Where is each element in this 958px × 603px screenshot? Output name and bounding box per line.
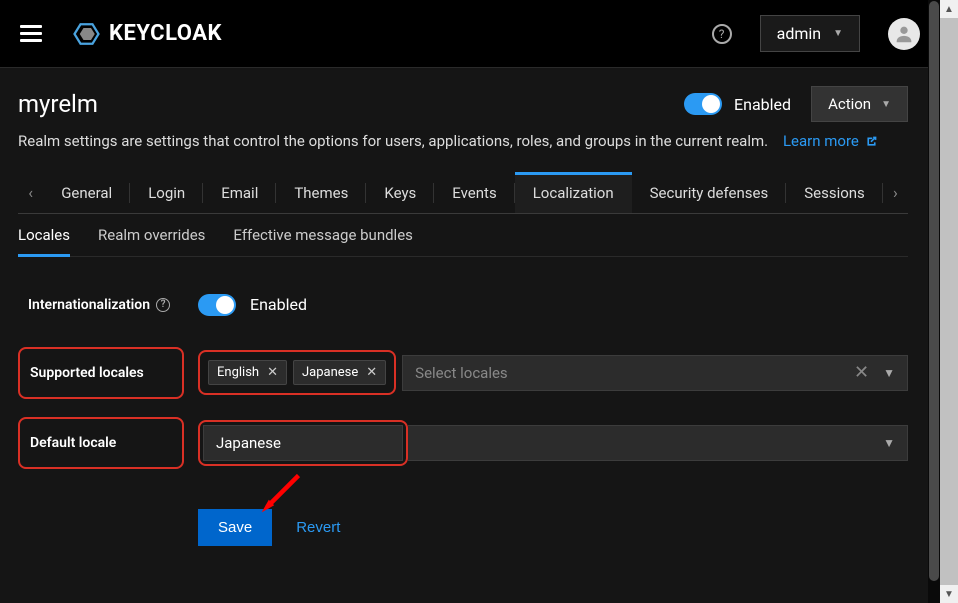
scrollbar-thumb[interactable] (929, 1, 939, 581)
internationalization-toggle[interactable] (198, 294, 236, 316)
save-button[interactable]: Save (198, 509, 272, 546)
avatar[interactable] (888, 18, 920, 50)
external-link-icon (865, 135, 878, 148)
remove-chip-icon[interactable]: ✕ (267, 365, 278, 380)
page-title: myrelm (18, 90, 98, 118)
supported-locales-select[interactable]: Select locales ✕ ▼ (402, 355, 908, 391)
tabs-scroll-left[interactable]: ‹ (18, 173, 43, 213)
tabs-scroll-right[interactable]: › (883, 173, 908, 213)
scroll-down-arrow[interactable]: ▼ (940, 585, 958, 603)
learn-more-link[interactable]: Learn more (783, 130, 878, 153)
internationalization-row: Internationalization ? Enabled (18, 281, 908, 329)
main-tabs: ‹ General Login Email Themes Keys Events… (18, 173, 908, 214)
help-icon[interactable]: ? (712, 24, 732, 44)
default-locale-value: Japanese (216, 434, 281, 452)
browser-scrollbar[interactable]: ▲ ▼ (940, 0, 958, 603)
default-locale-label: Default locale (18, 417, 184, 469)
caret-down-icon[interactable]: ▼ (883, 436, 895, 450)
supported-locales-label: Supported locales (18, 347, 184, 399)
keycloak-logo-icon (70, 21, 106, 47)
default-locale-select[interactable]: Japanese (203, 425, 403, 461)
subtab-locales[interactable]: Locales (18, 214, 70, 256)
sub-tabs: Locales Realm overrides Effective messag… (18, 214, 908, 257)
default-locale-row: Default locale Japanese ▼ (18, 417, 908, 469)
remove-chip-icon[interactable]: ✕ (366, 365, 377, 380)
brand-text: KEYCLOAK (109, 21, 222, 46)
revert-button[interactable]: Revert (296, 519, 340, 536)
page-description: Realm settings are settings that control… (18, 130, 908, 153)
internationalization-enabled-text: Enabled (250, 295, 307, 314)
person-icon (893, 23, 915, 45)
tab-keys[interactable]: Keys (366, 173, 434, 213)
user-menu-label: admin (777, 24, 821, 43)
tab-sessions[interactable]: Sessions (786, 173, 883, 213)
select-placeholder: Select locales (415, 364, 508, 382)
clear-selection-icon[interactable]: ✕ (854, 362, 869, 383)
caret-down-icon: ▼ (833, 28, 843, 39)
scroll-up-arrow[interactable]: ▲ (940, 0, 958, 18)
action-dropdown[interactable]: Action ▼ (811, 86, 908, 122)
locale-chip-english: English ✕ (208, 360, 287, 385)
help-icon[interactable]: ? (156, 298, 170, 312)
tab-themes[interactable]: Themes (276, 173, 366, 213)
internationalization-label: Internationalization ? (18, 281, 184, 329)
app-header: KEYCLOAK ? admin ▼ (0, 0, 940, 68)
tab-security-defenses[interactable]: Security defenses (632, 173, 787, 213)
tab-events[interactable]: Events (434, 173, 514, 213)
inner-scrollbar[interactable] (928, 0, 940, 603)
tab-email[interactable]: Email (203, 173, 276, 213)
realm-enabled-label: Enabled (734, 95, 791, 114)
tab-general[interactable]: General (43, 173, 130, 213)
brand-logo: KEYCLOAK (70, 21, 222, 47)
user-menu-dropdown[interactable]: admin ▼ (760, 15, 860, 52)
supported-locales-chips: English ✕ Japanese ✕ (198, 350, 396, 395)
caret-down-icon[interactable]: ▼ (883, 366, 895, 380)
caret-down-icon: ▼ (881, 99, 891, 110)
hamburger-icon[interactable] (20, 25, 42, 42)
subtab-realm-overrides[interactable]: Realm overrides (98, 214, 205, 256)
tab-localization[interactable]: Localization (515, 173, 632, 213)
supported-locales-row: Supported locales English ✕ Japanese ✕ (18, 347, 908, 399)
scrollbar-thumb[interactable] (940, 18, 958, 585)
subtab-effective-bundles[interactable]: Effective message bundles (233, 214, 412, 256)
default-locale-select-extended[interactable]: ▼ (408, 425, 908, 461)
locale-chip-japanese: Japanese ✕ (293, 360, 386, 385)
realm-enabled-toggle[interactable] (684, 93, 722, 115)
tab-login[interactable]: Login (130, 173, 203, 213)
